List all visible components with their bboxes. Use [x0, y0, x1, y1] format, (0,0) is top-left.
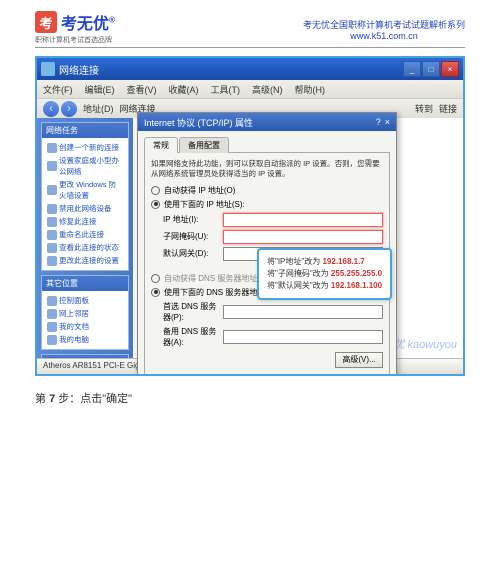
brand-sub: 职称计算机考试首选品牌: [35, 35, 115, 45]
instruction-callout: 将"IP地址"改为 192.168.1.7 将"子网掩码"改为 255.255.…: [257, 248, 392, 300]
radio-auto-ip[interactable]: [151, 186, 160, 195]
dialog-help-button[interactable]: ?: [376, 117, 381, 127]
task-icon: [47, 143, 57, 153]
minimize-button[interactable]: _: [403, 61, 421, 77]
tab-general[interactable]: 常规: [144, 137, 178, 153]
tab-alternate[interactable]: 备用配置: [179, 137, 229, 153]
mask-input[interactable]: [223, 230, 383, 244]
sidebar-item[interactable]: 查看此连接的状态: [45, 241, 125, 254]
forward-button[interactable]: ›: [61, 101, 77, 117]
folder-icon: [47, 335, 57, 345]
sidebar-item[interactable]: 我的文档: [45, 320, 125, 333]
maximize-button[interactable]: □: [422, 61, 440, 77]
advanced-button[interactable]: 高级(V)...: [335, 352, 383, 368]
dns1-label: 首选 DNS 服务器(P):: [163, 301, 223, 323]
task-icon: [47, 204, 57, 214]
brand-name: 考无优®: [61, 10, 115, 34]
folder-icon: [47, 296, 57, 306]
window-titlebar: 网络连接 _ □ ×: [37, 58, 463, 80]
app-icon: [41, 62, 55, 76]
sidebar-item[interactable]: 更改 Windows 防火墙设置: [45, 178, 125, 202]
menu-bar: 文件(F) 编辑(E) 查看(V) 收藏(A) 工具(T) 高级(N) 帮助(H…: [37, 80, 463, 98]
dns2-label: 备用 DNS 服务器(A):: [163, 326, 223, 348]
doc-header: 考 考无优® 职称计算机考试首选品牌 考无忧全国职称计算机考试试题解析系列 ww…: [35, 10, 465, 48]
mask-label: 子网掩码(U):: [163, 231, 223, 242]
sidebar-item[interactable]: 更改此连接的设置: [45, 254, 125, 267]
dialog-description: 如果网络支持此功能，则可以获取自动指派的 IP 设置。否则，您需要从网络系统管理…: [151, 159, 383, 179]
dns2-input[interactable]: [223, 330, 383, 344]
logo-badge: 考: [35, 11, 57, 33]
sidebar-item[interactable]: 修复此连接: [45, 215, 125, 228]
sidebar-item[interactable]: 禁用此网络设备: [45, 202, 125, 215]
task-icon: [47, 161, 57, 171]
sidebar-item[interactable]: 重命名此连接: [45, 228, 125, 241]
task-icon: [47, 243, 57, 253]
links-label: 链接: [439, 102, 457, 115]
site-url: www.k51.com.cn: [303, 31, 465, 43]
series-title: 考无忧全国职称计算机考试试题解析系列: [303, 20, 465, 32]
step-instruction: 第 7 步：点击"确定": [35, 390, 465, 406]
menu-fav[interactable]: 收藏(A): [169, 83, 199, 96]
go-button[interactable]: 转到: [415, 102, 433, 115]
sidebar-header-places: 其它位置: [42, 276, 128, 291]
dialog-close-button[interactable]: ×: [385, 117, 390, 127]
sidebar: 网络任务 创建一个新的连接 设置家庭或小型办公网络 更改 Windows 防火墙…: [37, 118, 133, 374]
address-label: 地址(D): [83, 102, 114, 115]
menu-view[interactable]: 查看(V): [127, 83, 157, 96]
close-button[interactable]: ×: [441, 61, 459, 77]
menu-file[interactable]: 文件(F): [43, 83, 73, 96]
screenshot-frame: 网络连接 _ □ × 文件(F) 编辑(E) 查看(V) 收藏(A) 工具(T)…: [35, 56, 465, 376]
window-title: 网络连接: [59, 62, 403, 77]
gateway-label: 默认网关(D):: [163, 248, 223, 259]
folder-icon: [47, 322, 57, 332]
folder-icon: [47, 309, 57, 319]
sidebar-item[interactable]: 创建一个新的连接: [45, 141, 125, 154]
radio-auto-dns[interactable]: [151, 274, 160, 283]
sidebar-item[interactable]: 控制面板: [45, 294, 125, 307]
ip-input[interactable]: [223, 213, 383, 227]
radio-use-dns[interactable]: [151, 288, 160, 297]
back-button[interactable]: ‹: [43, 101, 59, 117]
task-icon: [47, 230, 57, 240]
sidebar-item[interactable]: 我的电脑: [45, 333, 125, 346]
menu-help[interactable]: 帮助(H): [295, 83, 326, 96]
radio-use-ip[interactable]: [151, 200, 160, 209]
sidebar-item[interactable]: 设置家庭或小型办公网络: [45, 154, 125, 178]
dns1-input[interactable]: [223, 305, 383, 319]
sidebar-item[interactable]: 网上邻居: [45, 307, 125, 320]
sidebar-header-tasks: 网络任务: [42, 123, 128, 138]
tcpip-dialog: Internet 协议 (TCP/IP) 属性 ? × 常规 备用配置 如果网络…: [137, 112, 397, 376]
ip-label: IP 地址(I):: [163, 214, 223, 225]
menu-edit[interactable]: 编辑(E): [85, 83, 115, 96]
menu-tools[interactable]: 工具(T): [211, 83, 241, 96]
task-icon: [47, 185, 57, 195]
task-icon: [47, 217, 57, 227]
dialog-title: Internet 协议 (TCP/IP) 属性: [144, 116, 376, 129]
menu-adv[interactable]: 高级(N): [252, 83, 283, 96]
task-icon: [47, 256, 57, 266]
